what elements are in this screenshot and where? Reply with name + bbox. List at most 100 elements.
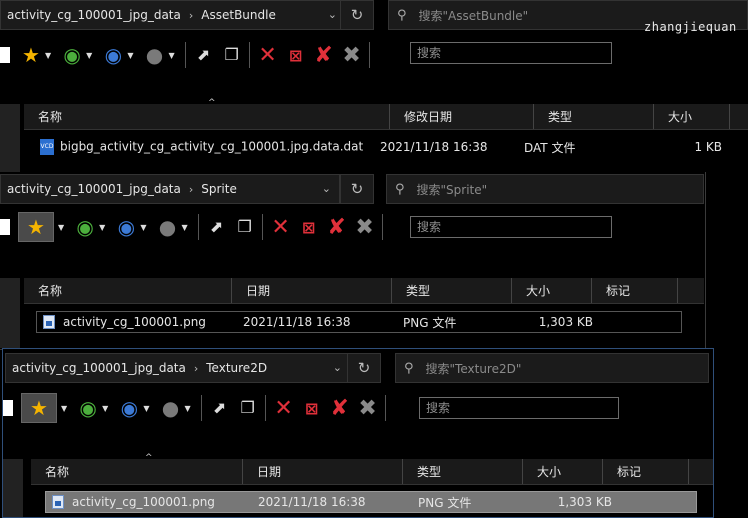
expand-button[interactable]: ⬈ <box>207 395 233 421</box>
disabled-button[interactable]: ● <box>157 395 183 421</box>
column-date[interactable]: 修改日期 <box>390 104 534 129</box>
cancel-button[interactable]: ✖ <box>355 395 381 421</box>
disabled-button[interactable]: ● <box>154 214 180 240</box>
dropdown-arrow-icon[interactable]: ▼ <box>127 51 133 60</box>
favorite-button[interactable]: ★ <box>18 42 44 68</box>
dropdown-arrow-icon[interactable]: ▼ <box>102 404 108 413</box>
file-list: 名称 日期 类型 大小 标记 activity_cg_100001.png 20… <box>24 278 704 348</box>
browse-button[interactable]: ◉ <box>116 395 142 421</box>
toolbar-divider <box>384 395 386 421</box>
column-date[interactable]: 日期 <box>243 459 403 484</box>
chevron-down-icon[interactable]: ⌄ <box>322 182 331 195</box>
move-delete-button[interactable]: ✘ <box>327 395 353 421</box>
file-type: PNG 文件 <box>418 495 472 510</box>
column-type[interactable]: 类型 <box>403 459 523 484</box>
search-input[interactable]: ⚲ 搜索"Texture2D" <box>395 353 709 383</box>
dropdown-arrow-icon[interactable]: ▼ <box>143 404 149 413</box>
file-list: 名称 修改日期 类型 大小 ^ VCD bigbg_activity_cg_act… <box>24 98 748 174</box>
search-input[interactable]: ⚲ 搜索"Sprite" <box>386 174 704 204</box>
column-size[interactable]: 大小 <box>654 104 730 129</box>
column-name[interactable]: 名称 <box>24 104 390 129</box>
breadcrumb-parent[interactable]: activity_cg_100001_jpg_data <box>6 361 186 375</box>
toolbar: ★ ▼ ◉ ▼ ◉ ▼ ● ▼ ⬈ ❐ ✕ ⊠ ✘ ✖ <box>0 40 375 70</box>
breadcrumb-parent[interactable]: activity_cg_100001_jpg_data <box>1 182 181 196</box>
go-button[interactable]: ◉ <box>72 214 98 240</box>
dropdown-arrow-icon[interactable]: ▼ <box>184 404 190 413</box>
address-bar[interactable]: activity_cg_100001_jpg_data › AssetBundl… <box>0 0 346 30</box>
breadcrumb-current[interactable]: Texture2D <box>206 361 267 375</box>
address-bar[interactable]: activity_cg_100001_jpg_data › Sprite ⌄ <box>0 174 340 204</box>
dropdown-arrow-icon[interactable]: ▼ <box>58 223 64 232</box>
watermark-text: zhangjiequan <box>644 20 737 34</box>
toolbar-search-input[interactable]: 搜索 <box>410 216 612 238</box>
column-tag[interactable]: 标记 <box>603 459 689 484</box>
file-size: 1,303 KB <box>557 495 612 509</box>
address-bar[interactable]: activity_cg_100001_jpg_data › Texture2D … <box>5 353 351 383</box>
globe-blue-icon: ◉ <box>117 215 136 239</box>
close-window-button[interactable]: ⊠ <box>283 42 309 68</box>
sort-caret-icon: ^ <box>145 453 153 463</box>
refresh-button[interactable]: ↻ <box>340 174 374 204</box>
breadcrumb-current[interactable]: Sprite <box>201 182 237 196</box>
refresh-button[interactable]: ↻ <box>340 0 374 30</box>
dropdown-arrow-icon[interactable]: ▼ <box>61 404 67 413</box>
chevron-down-icon[interactable]: ⌄ <box>328 8 337 21</box>
delete-button[interactable]: ✕ <box>268 214 294 240</box>
chevron-down-icon[interactable]: ⌄ <box>333 361 342 374</box>
delete-button[interactable]: ✕ <box>271 395 297 421</box>
breadcrumb-separator-icon: › <box>193 361 199 375</box>
browse-button[interactable]: ◉ <box>100 42 126 68</box>
disabled-button[interactable]: ● <box>141 42 167 68</box>
checkbox-icon[interactable] <box>0 219 10 235</box>
column-size[interactable]: 大小 <box>523 459 603 484</box>
column-size[interactable]: 大小 <box>512 278 592 303</box>
toolbar-search-input[interactable]: 搜索 <box>419 397 619 419</box>
sort-caret-icon: ^ <box>208 98 216 108</box>
breadcrumb-parent[interactable]: activity_cg_100001_jpg_data <box>1 8 181 22</box>
cancel-button[interactable]: ✖ <box>352 214 378 240</box>
close-window-button[interactable]: ⊠ <box>296 214 322 240</box>
column-name[interactable]: 名称 <box>31 459 243 484</box>
go-button[interactable]: ◉ <box>59 42 85 68</box>
explorer-window-texture2d: activity_cg_100001_jpg_data › Texture2D … <box>2 348 714 518</box>
column-date[interactable]: 日期 <box>232 278 392 303</box>
table-row[interactable]: activity_cg_100001.png 2021/11/18 16:38 … <box>45 491 697 513</box>
copy-button[interactable]: ❐ <box>235 395 261 421</box>
go-button[interactable]: ◉ <box>75 395 101 421</box>
close-red-icon: ✕ <box>271 214 290 240</box>
favorite-button[interactable]: ★ <box>18 212 54 242</box>
table-row[interactable]: activity_cg_100001.png 2021/11/18 16:38 … <box>36 311 682 333</box>
dropdown-arrow-icon[interactable]: ▼ <box>45 51 51 60</box>
column-name[interactable]: 名称 <box>24 278 232 303</box>
browse-button[interactable]: ◉ <box>113 214 139 240</box>
left-gutter <box>0 278 20 348</box>
dropdown-arrow-icon[interactable]: ▼ <box>168 51 174 60</box>
copy-button[interactable]: ❐ <box>232 214 258 240</box>
column-type[interactable]: 类型 <box>392 278 512 303</box>
dropdown-arrow-icon[interactable]: ▼ <box>86 51 92 60</box>
favorite-button[interactable]: ★ <box>21 393 57 423</box>
checkbox-icon[interactable] <box>3 400 13 416</box>
dropdown-arrow-icon[interactable]: ▼ <box>181 223 187 232</box>
expand-button[interactable]: ⬈ <box>191 42 217 68</box>
arrow-delete-icon: ✘ <box>330 395 349 421</box>
move-delete-button[interactable]: ✘ <box>311 42 337 68</box>
toolbar-search-input[interactable]: 搜索 <box>410 42 612 64</box>
file-type: DAT 文件 <box>524 140 576 155</box>
copy-button[interactable]: ❐ <box>219 42 245 68</box>
move-delete-button[interactable]: ✘ <box>324 214 350 240</box>
breadcrumb-current[interactable]: AssetBundle <box>201 8 276 22</box>
column-tag[interactable]: 标记 <box>592 278 678 303</box>
refresh-button[interactable]: ↻ <box>347 353 381 383</box>
delete-button[interactable]: ✕ <box>255 42 281 68</box>
column-type[interactable]: 类型 <box>534 104 654 129</box>
expand-button[interactable]: ⬈ <box>204 214 230 240</box>
dropdown-arrow-icon[interactable]: ▼ <box>99 223 105 232</box>
disc-grey-icon: ● <box>158 215 177 239</box>
table-row[interactable]: VCD bigbg_activity_cg_activity_cg_100001.… <box>40 136 748 158</box>
checkbox-icon[interactable] <box>0 47 10 63</box>
file-date: 2021/11/18 16:38 <box>243 315 351 329</box>
dropdown-arrow-icon[interactable]: ▼ <box>140 223 146 232</box>
cancel-button[interactable]: ✖ <box>339 42 365 68</box>
close-window-button[interactable]: ⊠ <box>299 395 325 421</box>
